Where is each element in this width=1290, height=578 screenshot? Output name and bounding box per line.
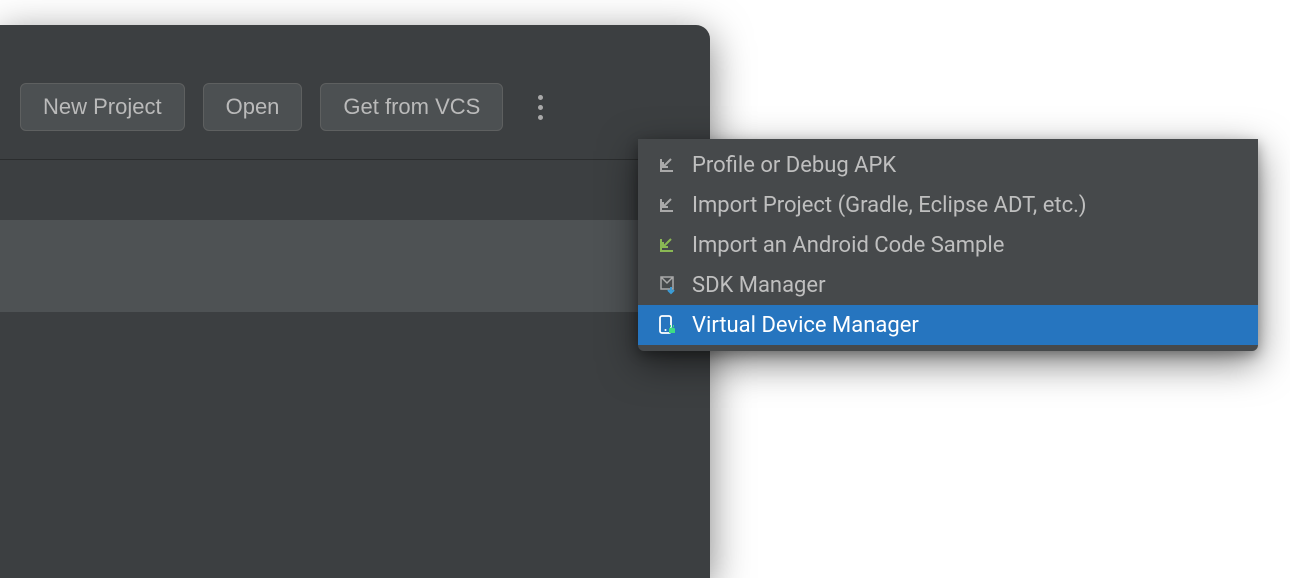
menu-item-label: Import Project (Gradle, Eclipse ADT, etc… xyxy=(692,193,1087,218)
menu-item-label: Import an Android Code Sample xyxy=(692,233,1004,258)
menu-item-import-project[interactable]: Import Project (Gradle, Eclipse ADT, etc… xyxy=(638,185,1258,225)
menu-item-virtual-device-manager[interactable]: Virtual Device Manager xyxy=(638,305,1258,345)
menu-item-label: SDK Manager xyxy=(692,273,826,298)
menu-item-profile-debug-apk[interactable]: Profile or Debug APK xyxy=(638,145,1258,185)
sub-panel xyxy=(0,220,710,312)
virtual-device-icon xyxy=(656,314,678,336)
import-project-icon xyxy=(656,194,678,216)
more-options-menu: Profile or Debug APK Import Project (Gra… xyxy=(638,139,1258,351)
sdk-manager-icon xyxy=(656,274,678,296)
open-button[interactable]: Open xyxy=(203,83,303,131)
android-sample-icon xyxy=(656,234,678,256)
import-apk-icon xyxy=(656,154,678,176)
menu-item-import-android-sample[interactable]: Import an Android Code Sample xyxy=(638,225,1258,265)
welcome-window: New Project Open Get from VCS xyxy=(0,25,710,578)
new-project-button[interactable]: New Project xyxy=(20,83,185,131)
get-from-vcs-button[interactable]: Get from VCS xyxy=(320,83,503,131)
more-options-icon[interactable] xyxy=(529,95,551,120)
menu-item-sdk-manager[interactable]: SDK Manager xyxy=(638,265,1258,305)
welcome-toolbar: New Project Open Get from VCS xyxy=(0,25,710,160)
menu-item-label: Profile or Debug APK xyxy=(692,153,896,178)
menu-item-label: Virtual Device Manager xyxy=(692,313,919,338)
